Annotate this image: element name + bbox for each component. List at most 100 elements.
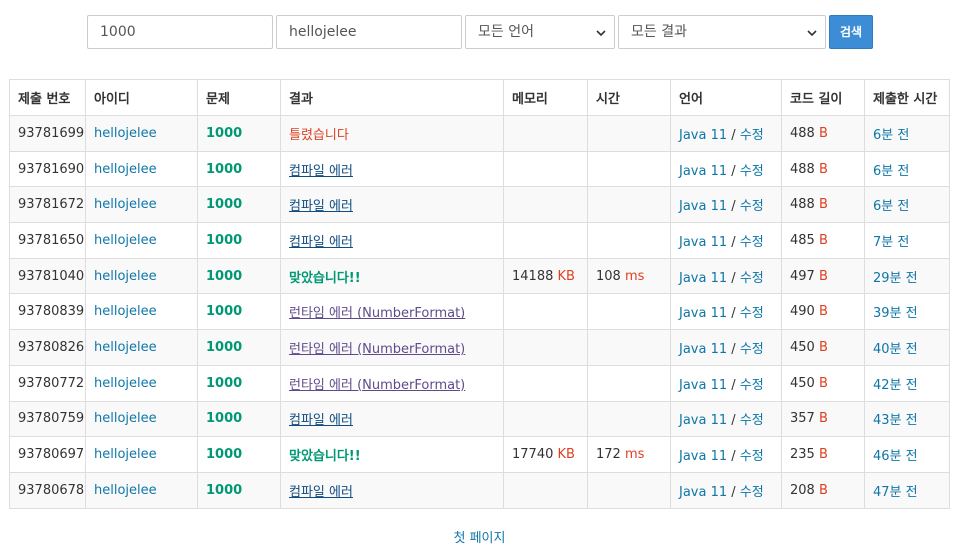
edit-link[interactable]: 수정: [740, 128, 764, 143]
user-link[interactable]: hellojelee: [94, 483, 157, 498]
language-link[interactable]: Java 11: [679, 235, 727, 250]
edit-link[interactable]: 수정: [740, 413, 764, 428]
user-link[interactable]: hellojelee: [94, 162, 157, 177]
problem-id-input[interactable]: [87, 15, 273, 49]
user-id-input[interactable]: [276, 15, 462, 49]
time-cell: [587, 329, 671, 366]
submitted-at-link[interactable]: 47분 전: [873, 485, 918, 500]
code-length-cell: 488 B: [781, 186, 865, 224]
language-link[interactable]: Java 11: [679, 485, 727, 500]
problem-cell: 1000: [197, 115, 281, 152]
edit-link[interactable]: 수정: [740, 199, 764, 214]
result-text[interactable]: 컴파일 에러: [289, 413, 353, 428]
language-link[interactable]: Java 11: [679, 271, 727, 286]
problem-link[interactable]: 1000: [206, 483, 242, 498]
code-length-unit: B: [818, 125, 828, 141]
problem-link[interactable]: 1000: [206, 447, 242, 462]
language-select[interactable]: 모든 언어: [465, 15, 615, 49]
separator: /: [731, 163, 736, 179]
submitted-at-link[interactable]: 6분 전: [873, 164, 909, 179]
submitted-at-link[interactable]: 42분 전: [873, 378, 918, 393]
user-link[interactable]: hellojelee: [94, 197, 157, 212]
user-link[interactable]: hellojelee: [94, 304, 157, 319]
code-length-value: 490: [790, 304, 815, 320]
user-link[interactable]: hellojelee: [94, 411, 157, 426]
edit-link[interactable]: 수정: [740, 449, 764, 464]
result-text[interactable]: 컴파일 에러: [289, 235, 353, 250]
header-user: 아이디: [85, 79, 198, 116]
result-select[interactable]: 모든 결과: [618, 15, 826, 49]
result-cell: 맞았습니다!!: [280, 436, 504, 473]
problem-link[interactable]: 1000: [206, 304, 242, 319]
language-link[interactable]: Java 11: [679, 342, 727, 357]
submitted-at-link[interactable]: 29분 전: [873, 271, 918, 286]
separator: /: [731, 306, 736, 322]
submission-id: 93780839: [9, 293, 86, 331]
memory-cell: [503, 186, 588, 224]
edit-link[interactable]: 수정: [740, 306, 764, 321]
result-text[interactable]: 컴파일 에러: [289, 199, 353, 214]
user-link[interactable]: hellojelee: [94, 126, 157, 141]
edit-link[interactable]: 수정: [740, 164, 764, 179]
submitted-at-link[interactable]: 7분 전: [873, 235, 909, 250]
result-text[interactable]: 컴파일 에러: [289, 485, 353, 500]
language-link[interactable]: Java 11: [679, 378, 727, 393]
submitted-at-link[interactable]: 46분 전: [873, 449, 918, 464]
language-link[interactable]: Java 11: [679, 199, 727, 214]
user-link[interactable]: hellojelee: [94, 233, 157, 248]
problem-cell: 1000: [197, 222, 281, 259]
submitted-at-link[interactable]: 43분 전: [873, 413, 918, 428]
code-length-unit: B: [818, 161, 828, 177]
user-link[interactable]: hellojelee: [94, 376, 157, 391]
submitted-at-cell: 7분 전: [864, 222, 950, 259]
problem-link[interactable]: 1000: [206, 197, 242, 212]
problem-link[interactable]: 1000: [206, 340, 242, 355]
code-length-cell: 488 B: [781, 115, 865, 152]
language-select-value: 모든 언어: [478, 24, 534, 40]
table-row: 93781040 hellojelee 1000 맞았습니다!! 14188 KB 108…: [9, 257, 950, 295]
problem-link[interactable]: 1000: [206, 411, 242, 426]
memory-cell: [503, 400, 588, 438]
result-text[interactable]: 런타임 에러 (NumberFormat): [289, 378, 465, 393]
result-text[interactable]: 런타임 에러 (NumberFormat): [289, 306, 465, 321]
user-cell: hellojelee: [85, 222, 198, 259]
result-cell: 런타임 에러 (NumberFormat): [280, 293, 504, 331]
submission-id: 93781699: [9, 115, 86, 152]
edit-link[interactable]: 수정: [740, 342, 764, 357]
problem-link[interactable]: 1000: [206, 233, 242, 248]
edit-link[interactable]: 수정: [740, 485, 764, 500]
language-link[interactable]: Java 11: [679, 306, 727, 321]
submitted-at-link[interactable]: 39분 전: [873, 306, 918, 321]
result-text[interactable]: 컴파일 에러: [289, 164, 353, 179]
user-cell: hellojelee: [85, 150, 198, 188]
problem-link[interactable]: 1000: [206, 376, 242, 391]
user-link[interactable]: hellojelee: [94, 447, 157, 462]
problem-link[interactable]: 1000: [206, 126, 242, 141]
result-text[interactable]: 런타임 에러 (NumberFormat): [289, 342, 465, 357]
search-button[interactable]: 검색: [829, 15, 873, 49]
first-page-link[interactable]: 첫 페이지: [0, 527, 959, 546]
submission-id: 93780697: [9, 436, 86, 473]
problem-link[interactable]: 1000: [206, 269, 242, 284]
problem-cell: 1000: [197, 329, 281, 366]
result-cell: 컴파일 에러: [280, 150, 504, 188]
submitted-at-link[interactable]: 6분 전: [873, 128, 909, 143]
edit-link[interactable]: 수정: [740, 271, 764, 286]
problem-link[interactable]: 1000: [206, 162, 242, 177]
edit-link[interactable]: 수정: [740, 235, 764, 250]
submitted-at-link[interactable]: 40분 전: [873, 342, 918, 357]
submitted-at-link[interactable]: 6분 전: [873, 199, 909, 214]
header-code-length: 코드 길이: [781, 79, 865, 116]
language-link[interactable]: Java 11: [679, 413, 727, 428]
language-link[interactable]: Java 11: [679, 449, 727, 464]
problem-cell: 1000: [197, 186, 281, 224]
language-link[interactable]: Java 11: [679, 128, 727, 143]
memory-unit: KB: [557, 447, 575, 463]
result-cell: 틀렸습니다: [280, 115, 504, 152]
language-link[interactable]: Java 11: [679, 164, 727, 179]
problem-cell: 1000: [197, 150, 281, 188]
user-link[interactable]: hellojelee: [94, 269, 157, 284]
chevron-down-icon: [596, 30, 606, 37]
user-link[interactable]: hellojelee: [94, 340, 157, 355]
edit-link[interactable]: 수정: [740, 378, 764, 393]
